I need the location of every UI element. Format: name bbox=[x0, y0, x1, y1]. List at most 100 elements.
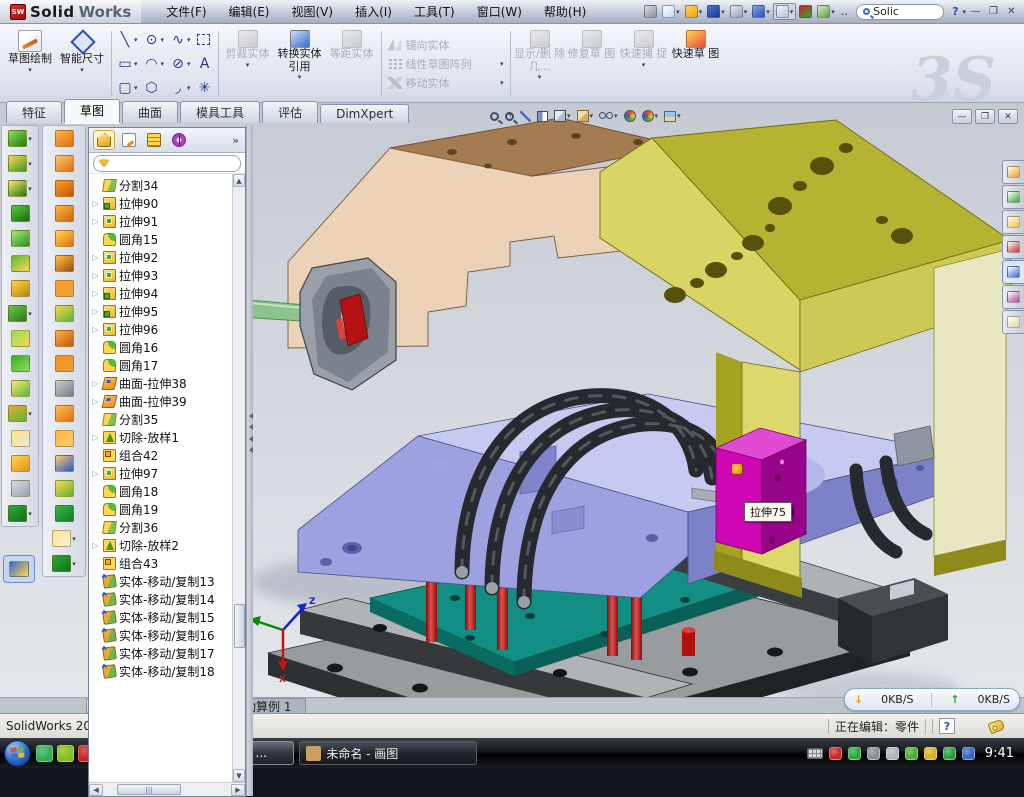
tree-vertical-scrollbar[interactable]: ▲ ▼ bbox=[232, 174, 245, 782]
sketch-fillet-button[interactable]: ◞▾ bbox=[168, 76, 193, 100]
appearances-button[interactable] bbox=[622, 107, 638, 125]
tree-item[interactable]: ▷ 拉伸96 bbox=[91, 320, 232, 338]
sparkle-button[interactable]: ▾ bbox=[52, 530, 76, 547]
minimize-button[interactable]: — bbox=[967, 4, 984, 19]
display-style-button[interactable]: ▾ bbox=[552, 107, 573, 125]
polygon-button[interactable]: ⬡ bbox=[142, 76, 167, 100]
tree-item[interactable]: ▷ 组合43 bbox=[91, 554, 232, 572]
selection-box-button[interactable] bbox=[195, 28, 215, 52]
design-library-tab[interactable] bbox=[1002, 210, 1024, 234]
expand-arrow-icon[interactable]: ▷ bbox=[91, 397, 100, 406]
sketch-button[interactable]: 草图绘制▾ bbox=[4, 27, 56, 100]
media-player-icon[interactable] bbox=[57, 745, 74, 762]
taskbar-task[interactable]: 未命名 - 画图 bbox=[299, 741, 477, 765]
scroll-right-button[interactable]: ▶ bbox=[231, 784, 245, 796]
scroll-down-button[interactable]: ▼ bbox=[233, 769, 245, 782]
power-saver-icon[interactable] bbox=[905, 747, 918, 760]
quick-snaps-button[interactable]: 快速捕 捉▾ bbox=[618, 27, 670, 100]
taskbar-clock[interactable]: 9:41 bbox=[981, 746, 1014, 761]
feature-tool-2-button[interactable]: ▾ bbox=[8, 155, 32, 172]
tree-item[interactable]: ▷ 拉伸92 bbox=[91, 248, 232, 266]
custom-properties-tab[interactable] bbox=[1002, 310, 1024, 334]
feature-tool-10-button[interactable] bbox=[11, 355, 30, 372]
rebuild-traffic-light-icon[interactable] bbox=[797, 4, 814, 19]
tab-features[interactable]: 特征 bbox=[6, 101, 62, 123]
tree-item[interactable]: ▷ 实体-移动/复制17 bbox=[91, 644, 232, 662]
tree-item[interactable]: ▷ 圆角15 bbox=[91, 230, 232, 248]
tree-filter-input[interactable] bbox=[93, 155, 241, 172]
expand-arrow-icon[interactable]: ▷ bbox=[91, 379, 100, 388]
undo-icon[interactable]: ▾ bbox=[750, 4, 772, 19]
feature-tool-15-button[interactable] bbox=[11, 480, 30, 497]
search-input[interactable] bbox=[873, 5, 919, 18]
tab-sketch[interactable]: 草图 bbox=[64, 99, 120, 123]
status-help-icon[interactable]: ? bbox=[939, 718, 955, 734]
tree-item[interactable]: ▷ 圆角18 bbox=[91, 482, 232, 500]
slot-button[interactable]: ▢▾ bbox=[115, 76, 140, 100]
move-entities-button[interactable]: 移动实体▾ bbox=[385, 74, 507, 92]
trim-entities-button[interactable]: 剪裁实体▾ bbox=[222, 27, 274, 100]
tree-item[interactable]: ▷ 曲面-拉伸39 bbox=[91, 392, 232, 410]
print-icon[interactable]: ▾ bbox=[728, 4, 750, 19]
spline-curve-button[interactable]: ▾ bbox=[52, 555, 76, 572]
mold-tool-15-button[interactable] bbox=[55, 480, 74, 497]
expand-arrow-icon[interactable]: ▷ bbox=[91, 307, 100, 316]
rapid-sketch-button[interactable]: 快速草 图 bbox=[670, 27, 722, 100]
mold-tool-13-button[interactable] bbox=[55, 430, 74, 447]
featuremanager-tab[interactable] bbox=[93, 130, 115, 150]
zoom-area-button[interactable] bbox=[503, 107, 516, 125]
restore-button[interactable]: ❐ bbox=[985, 4, 1002, 19]
expand-arrow-icon[interactable]: ▷ bbox=[91, 433, 100, 442]
menu-window[interactable]: 窗口(W) bbox=[466, 0, 533, 23]
scroll-up-button[interactable]: ▲ bbox=[233, 174, 245, 187]
open-folder-icon[interactable]: ▾ bbox=[683, 4, 705, 19]
configurationmanager-tab[interactable] bbox=[143, 130, 165, 150]
tree-item[interactable]: ▷ 实体-移动/复制15 bbox=[91, 608, 232, 626]
mold-tool-1-button[interactable] bbox=[55, 130, 74, 147]
expand-arrow-icon[interactable]: ▷ bbox=[91, 469, 100, 478]
mold-tool-2-button[interactable] bbox=[55, 155, 74, 172]
tree-item[interactable]: ▷ 拉伸91 bbox=[91, 212, 232, 230]
mold-tool-5-button[interactable] bbox=[55, 230, 74, 247]
help-button[interactable]: ? bbox=[949, 5, 961, 18]
tree-item[interactable]: ▷ 实体-移动/复制13 bbox=[91, 572, 232, 590]
apply-scene-button[interactable]: ▾ bbox=[662, 107, 683, 125]
panel-splitter[interactable] bbox=[246, 125, 253, 796]
menu-insert[interactable]: 插入(I) bbox=[344, 0, 403, 23]
volume-icon[interactable] bbox=[886, 747, 899, 760]
line-button[interactable]: ╲▾ bbox=[115, 28, 140, 52]
tree-item[interactable]: ▷ 实体-移动/复制18 bbox=[91, 662, 232, 680]
overflow-dots-icon[interactable]: ‥ bbox=[838, 5, 851, 18]
scroll-left-button[interactable]: ◀ bbox=[89, 784, 103, 796]
sync-status-icon[interactable] bbox=[962, 747, 975, 760]
repair-sketch-button[interactable]: 修复草 图 bbox=[566, 27, 618, 100]
menu-edit[interactable]: 编辑(E) bbox=[218, 0, 281, 23]
menu-file[interactable]: 文件(F) bbox=[155, 0, 217, 23]
save-icon[interactable]: ▾ bbox=[705, 4, 727, 19]
tree-item[interactable]: ▷ 拉伸97 bbox=[91, 464, 232, 482]
menu-help[interactable]: 帮助(H) bbox=[533, 0, 597, 23]
mold-tool-9-button[interactable] bbox=[55, 330, 74, 347]
point-button[interactable]: ✳ bbox=[195, 76, 215, 100]
mold-tool-7-button[interactable] bbox=[55, 280, 74, 297]
tag-icon[interactable] bbox=[988, 718, 1006, 733]
measure-tool-button[interactable] bbox=[3, 555, 35, 583]
tree-item[interactable]: ▷ 实体-移动/复制14 bbox=[91, 590, 232, 608]
tree-item[interactable]: ▷ 圆角17 bbox=[91, 356, 232, 374]
options-list-icon[interactable]: ▾ bbox=[815, 4, 837, 19]
expand-arrow-icon[interactable]: ▷ bbox=[91, 217, 100, 226]
rectangle-button[interactable]: ▭▾ bbox=[115, 52, 140, 76]
mold-tool-12-button[interactable] bbox=[55, 405, 74, 422]
tree-item[interactable]: ▷ 拉伸90 bbox=[91, 194, 232, 212]
tree-horizontal-scrollbar[interactable]: ◀ ||| ▶ bbox=[89, 782, 245, 796]
spline-button[interactable]: ∿▾ bbox=[168, 28, 193, 52]
select-arrow-icon[interactable]: ▾ bbox=[773, 3, 797, 20]
tree-item[interactable]: ▷ 分割35 bbox=[91, 410, 232, 428]
feature-tool-4-button[interactable] bbox=[11, 205, 30, 222]
new-document-icon[interactable]: ▾ bbox=[660, 4, 682, 19]
linear-sketch-pattern-button[interactable]: 线性草图阵列▾ bbox=[385, 55, 507, 73]
arc-button[interactable]: ◠▾ bbox=[142, 52, 167, 76]
tree-item[interactable]: ▷ 圆角16 bbox=[91, 338, 232, 356]
ellipse-button[interactable]: ⊘▾ bbox=[168, 52, 193, 76]
feature-tool-12-button[interactable]: ▾ bbox=[8, 405, 32, 422]
